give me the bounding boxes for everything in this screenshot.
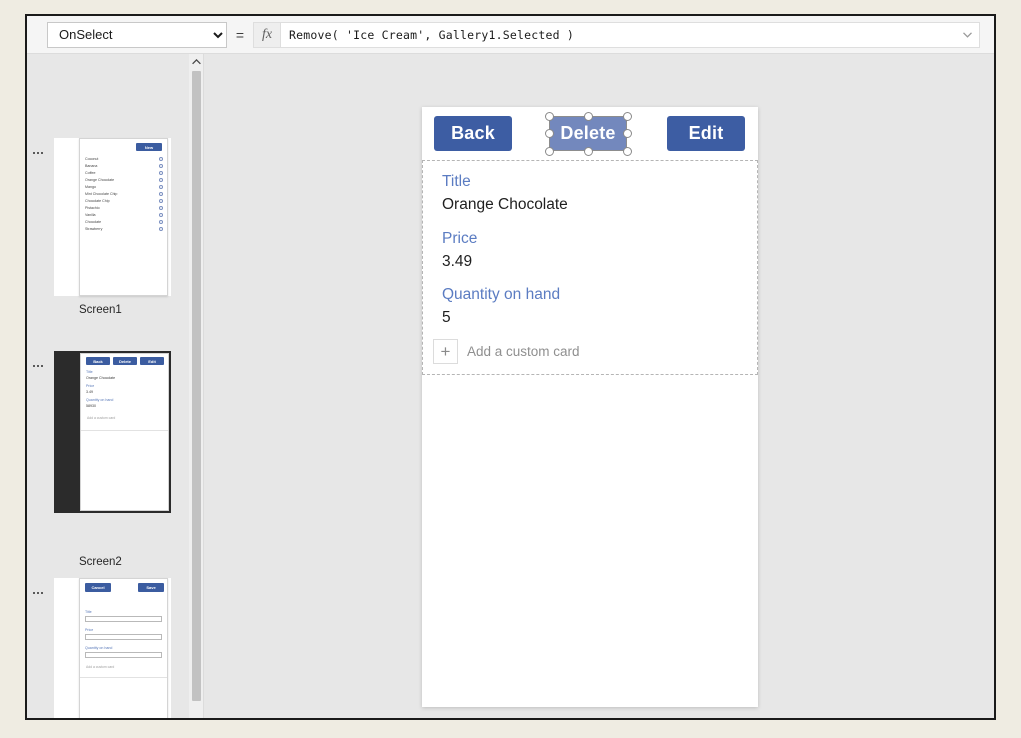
- studio-body: New Coconut Banana Coffee Orange Chocola…: [27, 54, 994, 718]
- scrollbar-thumb[interactable]: [192, 71, 201, 701]
- chevron-right-icon: [159, 164, 163, 168]
- thumb-gallery-item: Mango: [85, 185, 96, 189]
- ellipsis-icon[interactable]: [30, 359, 46, 373]
- thumbnail-canvas: Back Delete Edit Title Orange Chocolate …: [80, 353, 169, 511]
- thumb-gallery-item: Chocolate: [85, 220, 102, 224]
- chevron-right-icon: [159, 213, 163, 217]
- formula-input[interactable]: Remove( 'Ice Cream', Gallery1.Selected ): [281, 21, 980, 48]
- resize-handle-middle-right[interactable]: [623, 129, 632, 138]
- field-value-price: 3.49: [442, 253, 473, 270]
- thumb-divider: [80, 677, 167, 678]
- thumb-field-input: [85, 634, 162, 640]
- thumb-field-label: Quantity on hand: [85, 646, 113, 650]
- chevron-right-icon: [159, 220, 163, 224]
- chevron-right-icon: [159, 206, 163, 210]
- thumb-delete-button: Delete: [113, 357, 137, 365]
- thumb-add-card: Add a custom card: [86, 665, 115, 669]
- field-value-title: Orange Chocolate: [442, 196, 568, 213]
- thumb-gallery-item: Chocolate Chip: [85, 199, 110, 203]
- resize-handle-bottom-left[interactable]: [545, 147, 554, 156]
- resize-handle-top-left[interactable]: [545, 112, 554, 121]
- thumb-cancel-button: Cancel: [85, 583, 111, 592]
- field-label-quantity: Quantity on hand: [442, 286, 561, 303]
- chevron-right-icon: [159, 157, 163, 161]
- thumb-gallery-item: Coconut: [85, 157, 99, 161]
- screens-pane-scrollbar[interactable]: [189, 54, 204, 718]
- thumb-new-button: New: [136, 143, 162, 151]
- equals-sign: =: [235, 26, 245, 43]
- thumb-gallery-item: Pistachio: [85, 206, 100, 210]
- power-apps-studio-window: OnSelect = fx Remove( 'Ice Cream', Galle…: [25, 14, 996, 720]
- add-custom-card-label: Add a custom card: [467, 344, 580, 359]
- thumbnail-canvas: Cancel Save Title Price Quantity on hand…: [79, 578, 168, 718]
- screen-label: Screen2: [79, 556, 122, 568]
- field-value-quantity: 5: [442, 309, 451, 326]
- fx-icon[interactable]: fx: [253, 21, 281, 48]
- formula-text: Remove( 'Ice Cream', Gallery1.Selected ): [289, 27, 574, 42]
- thumb-field-value: 3.49: [86, 390, 93, 394]
- delete-button[interactable]: Delete: [549, 116, 627, 151]
- thumb-gallery-item: Coffee: [85, 171, 96, 175]
- thumb-field-label: Title: [86, 370, 93, 374]
- thumb-field-label: Quantity on hand: [86, 398, 114, 402]
- ellipsis-icon[interactable]: [30, 146, 46, 160]
- chevron-right-icon: [159, 171, 163, 175]
- screen-thumbnail-screen2[interactable]: Back Delete Edit Title Orange Chocolate …: [54, 351, 171, 513]
- resize-handle-bottom-right[interactable]: [623, 147, 632, 156]
- resize-handle-middle-left[interactable]: [545, 129, 554, 138]
- thumb-edit-button: Edit: [140, 357, 164, 365]
- thumb-add-card: Add a custom card: [87, 416, 116, 420]
- thumbnail-canvas: New Coconut Banana Coffee Orange Chocola…: [79, 138, 168, 296]
- thumb-field-value: Orange Chocolate: [86, 376, 116, 380]
- chevron-right-icon: [159, 178, 163, 182]
- thumb-field-input: [85, 652, 162, 658]
- detail-form[interactable]: Title Orange Chocolate Price 3.49 Quanti…: [422, 160, 758, 375]
- field-label-price: Price: [442, 230, 478, 247]
- chevron-right-icon: [159, 227, 163, 231]
- resize-handle-top-center[interactable]: [584, 112, 593, 121]
- thumb-gallery-item: Orange Chocolate: [85, 178, 115, 182]
- field-label-title: Title: [442, 173, 471, 190]
- add-custom-card-row[interactable]: + Add a custom card: [433, 339, 580, 364]
- thumb-field-input: [85, 616, 162, 622]
- property-dropdown[interactable]: OnSelect: [47, 21, 227, 48]
- thumb-field-label: Title: [85, 610, 92, 614]
- resize-handle-top-right[interactable]: [623, 112, 632, 121]
- app-screen-canvas[interactable]: Back Delete Edit Title Orange Chocolate …: [422, 107, 758, 707]
- chevron-down-icon[interactable]: [961, 29, 973, 41]
- chevron-right-icon: [159, 185, 163, 189]
- plus-icon[interactable]: +: [433, 339, 458, 364]
- thumb-field-label: Price: [85, 628, 94, 632]
- canvas-area: Back Delete Edit Title Orange Chocolate …: [205, 54, 994, 718]
- screen-label: Screen1: [79, 304, 122, 316]
- screen-thumbnail-screen1[interactable]: New Coconut Banana Coffee Orange Chocola…: [54, 138, 171, 296]
- chevron-right-icon: [159, 199, 163, 203]
- thumb-gallery-item: Mint Chocolate Chip: [85, 192, 118, 196]
- thumb-back-button: Back: [86, 357, 110, 365]
- canvas-button-row: Back Delete Edit: [422, 107, 758, 160]
- resize-handle-bottom-center[interactable]: [584, 147, 593, 156]
- ellipsis-icon[interactable]: [30, 586, 46, 600]
- screen-thumbnail-screen3[interactable]: Cancel Save Title Price Quantity on hand…: [54, 578, 171, 718]
- thumb-gallery-item: Strawberry: [85, 227, 103, 231]
- thumb-gallery-item: Banana: [85, 164, 98, 168]
- chevron-up-icon[interactable]: [189, 54, 204, 69]
- back-button[interactable]: Back: [434, 116, 512, 151]
- chevron-right-icon: [159, 192, 163, 196]
- thumb-divider: [81, 430, 168, 431]
- formula-bar: OnSelect = fx Remove( 'Ice Cream', Galle…: [27, 16, 994, 54]
- thumb-field-value: 58930: [86, 404, 96, 408]
- screens-pane: New Coconut Banana Coffee Orange Chocola…: [27, 54, 189, 718]
- edit-button[interactable]: Edit: [667, 116, 745, 151]
- thumb-gallery-item: Vanilla: [85, 213, 96, 217]
- thumb-field-label: Price: [86, 384, 95, 388]
- thumb-save-button: Save: [138, 583, 164, 592]
